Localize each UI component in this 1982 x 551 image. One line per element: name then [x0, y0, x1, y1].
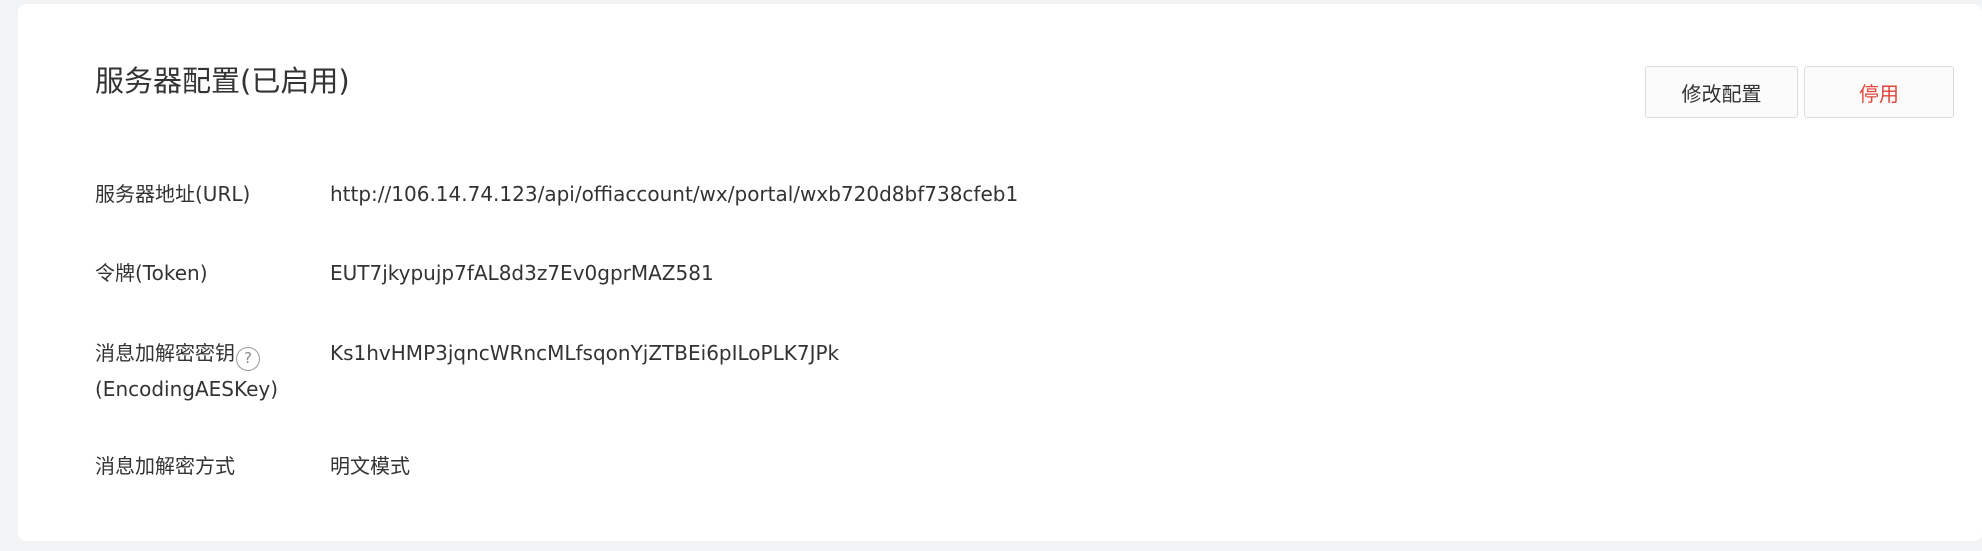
- aes-key-label-line1: 消息加解密密钥?: [95, 335, 330, 371]
- token-row: 令牌(Token) EUT7jkypujp7fAL8d3z7Ev0gprMAZ5…: [95, 255, 714, 291]
- encryption-mode-value: 明文模式: [330, 454, 410, 478]
- aes-key-label: 消息加解密密钥? (EncodingAESKey): [95, 335, 330, 407]
- token-label: 令牌(Token): [95, 261, 208, 285]
- aes-key-label-line2: (EncodingAESKey): [95, 377, 279, 401]
- aes-key-label-text: 消息加解密密钥: [95, 341, 235, 365]
- aes-key-value: Ks1hvHMP3jqncWRncMLfsqonYjZTBEi6pILoPLK7…: [330, 341, 840, 365]
- token-value: EUT7jkypujp7fAL8d3z7Ev0gprMAZ581: [330, 261, 714, 285]
- encryption-mode-row: 消息加解密方式 明文模式: [95, 448, 410, 484]
- url-label: 服务器地址(URL): [95, 182, 251, 206]
- aes-key-row: 消息加解密密钥? (EncodingAESKey) Ks1hvHMP3jqncW…: [95, 335, 839, 407]
- server-config-card: 服务器配置(已启用) 修改配置 停用 服务器地址(URL) http://106…: [18, 4, 1982, 541]
- question-circle-icon[interactable]: ?: [236, 346, 260, 371]
- page-title: 服务器配置(已启用): [95, 64, 350, 98]
- url-row: 服务器地址(URL) http://106.14.74.123/api/offi…: [95, 176, 1018, 212]
- edit-config-button[interactable]: 修改配置: [1645, 66, 1798, 118]
- header-actions: 修改配置 停用: [1645, 66, 1954, 118]
- disable-button[interactable]: 停用: [1804, 66, 1954, 118]
- encryption-mode-label: 消息加解密方式: [95, 454, 235, 478]
- url-value: http://106.14.74.123/api/offiaccount/wx/…: [330, 182, 1019, 206]
